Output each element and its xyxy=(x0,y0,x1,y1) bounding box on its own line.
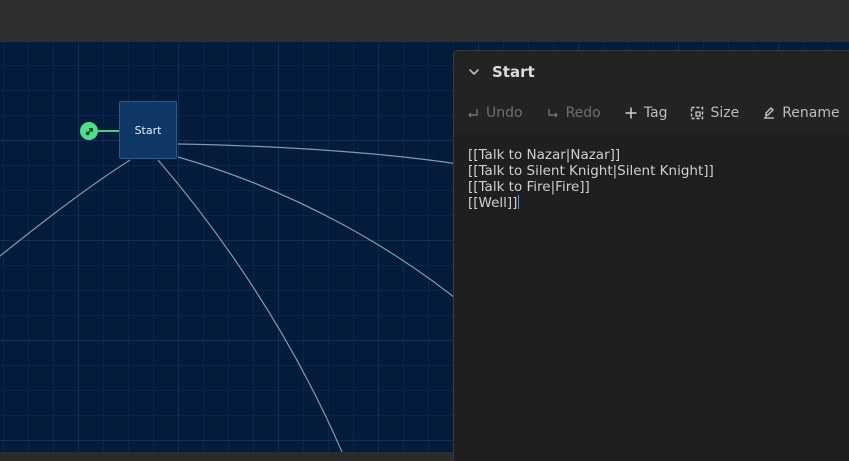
text-cursor xyxy=(518,195,520,209)
passage-label: Start xyxy=(134,123,162,137)
link-line xyxy=(157,159,343,452)
link-line xyxy=(177,143,471,167)
rename-label: Rename xyxy=(782,105,840,121)
redo-icon xyxy=(547,109,558,118)
dialog-toolbar: Undo Redo Tag Size Rename xyxy=(454,93,849,133)
undo-button[interactable]: Undo xyxy=(466,105,523,121)
text-line: [[Well]] xyxy=(468,195,518,211)
redo-button[interactable]: Redo xyxy=(546,105,601,121)
undo-label: Undo xyxy=(486,105,523,121)
size-button[interactable]: Size xyxy=(690,105,739,121)
text-line: [[Talk to Nazar|Nazar]] xyxy=(468,147,621,163)
plus-icon xyxy=(625,107,637,119)
dialog-title: Start xyxy=(492,63,535,81)
rocket-icon xyxy=(80,122,98,140)
size-label: Size xyxy=(710,105,740,121)
link-line xyxy=(177,156,471,311)
dialog-header[interactable]: Start xyxy=(454,51,849,93)
text-line: [[Talk to Fire|Fire]] xyxy=(468,179,590,195)
passage-text-editor[interactable]: [[Talk to Nazar|Nazar]] [[Talk to Silent… xyxy=(454,133,849,461)
tag-label: Tag xyxy=(643,105,668,121)
rename-icon xyxy=(764,107,775,119)
passage-edit-dialog: Start Undo Redo Tag Size Rename [[Talk t… xyxy=(453,50,849,461)
top-toolbar xyxy=(0,0,849,43)
start-connector xyxy=(96,130,119,132)
redo-label: Redo xyxy=(565,105,601,121)
link-line xyxy=(0,159,131,257)
text-line: [[Talk to Silent Knight|Silent Knight]] xyxy=(468,163,714,179)
chevron-down-icon[interactable] xyxy=(468,65,482,79)
size-icon xyxy=(691,106,704,120)
undo-icon xyxy=(468,109,478,118)
text-line-last: [[Well]] xyxy=(468,195,838,211)
tag-button[interactable]: Tag xyxy=(624,105,668,121)
rename-button[interactable]: Rename xyxy=(762,105,840,121)
passage-start[interactable]: Start xyxy=(119,101,177,159)
